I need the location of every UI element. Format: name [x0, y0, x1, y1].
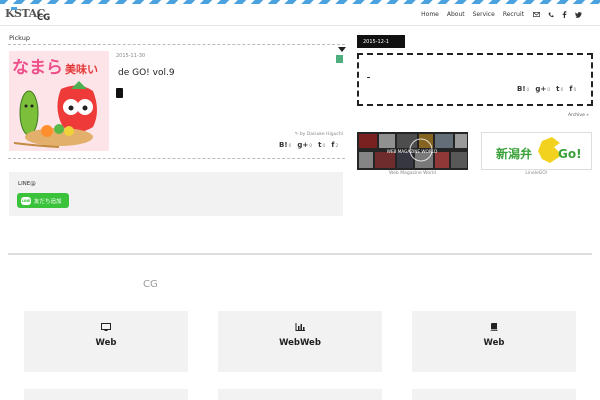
- hatena-icon: B!: [517, 85, 526, 93]
- services-heading: CG: [143, 279, 158, 290]
- post-author: ✎ by Daisuke Higuchi: [294, 132, 343, 137]
- sidebar-hatena-share[interactable]: B! 0: [517, 85, 529, 93]
- hatena-count: 0: [288, 144, 292, 149]
- line-button-label: 友だち追加: [34, 198, 62, 205]
- linele-go-image: 新潟弁 Go!: [482, 133, 591, 169]
- sidebar-gplus-share[interactable]: g+ 0: [535, 85, 550, 93]
- facebook-count: 0: [573, 88, 577, 93]
- banner-overlay-text: WEB MAGAZINE WORLD: [387, 149, 438, 154]
- box-placeholder-mark: [367, 77, 370, 78]
- archive-link[interactable]: Archive »: [568, 113, 589, 118]
- line-logo-icon: LINE: [21, 196, 31, 205]
- facebook-share[interactable]: f2: [331, 141, 338, 149]
- banner-go-text: Go!: [558, 147, 582, 161]
- facebook-share-icon: f: [331, 141, 335, 149]
- sidebar-twitter-share[interactable]: t0: [556, 85, 563, 93]
- site-title[interactable]: CG: [37, 13, 50, 23]
- service-label-webweb: WebWeb: [279, 338, 321, 348]
- mail-icon[interactable]: [531, 9, 542, 20]
- sidebar-facebook-share[interactable]: f0: [569, 85, 576, 93]
- main-nav: Home About Service Recruit: [417, 9, 584, 20]
- nav-home[interactable]: Home: [417, 11, 443, 18]
- section-divider: [8, 253, 592, 255]
- thumb-text-red: 美味い: [65, 62, 98, 76]
- post-date: 2015-11-30: [116, 53, 146, 59]
- twitter-share[interactable]: t0: [318, 141, 325, 149]
- gplus-icon: g+: [535, 85, 547, 93]
- sidebar-share-bar: B! 0 g+ 0 t0 f0: [517, 85, 576, 93]
- book-icon: [412, 323, 576, 331]
- twitter-count: 0: [322, 144, 326, 149]
- gplus-share[interactable]: g+ 0: [297, 141, 312, 149]
- pickup-share-bar: B! 0 g+ 0 t0 f2: [279, 141, 338, 149]
- service-card-webweb[interactable]: WebWeb: [218, 311, 382, 372]
- service-card-web[interactable]: Web: [24, 311, 188, 372]
- category-marker: [116, 88, 123, 98]
- twitter-count: 0: [560, 88, 564, 93]
- twitter-share-icon: t: [318, 141, 322, 149]
- hatena-share[interactable]: B! 0: [279, 141, 291, 149]
- banner-web-magazine[interactable]: WEB MAGAZINE WORLD: [357, 132, 468, 170]
- hatena-count: 0: [526, 88, 530, 93]
- gplus-count: 0: [309, 144, 313, 149]
- web-magazine-image: WEB MAGAZINE WORLD: [357, 132, 468, 170]
- site-logo[interactable]: KSTAC: [5, 7, 45, 22]
- sidebar-featured-box[interactable]: B! 0 g+ 0 t0 f0: [357, 53, 593, 106]
- nav-recruit[interactable]: Recruit: [499, 11, 528, 18]
- dropdown-arrow-icon: [338, 47, 346, 52]
- line-add-friend-button[interactable]: LINE 友だち追加: [17, 193, 69, 208]
- service-card-row2-2[interactable]: [218, 389, 382, 400]
- chart-icon: [218, 323, 382, 331]
- service-label-web-2: Web: [483, 338, 505, 348]
- facebook-icon[interactable]: [559, 9, 570, 20]
- service-card-web-2[interactable]: Web: [412, 311, 576, 372]
- post-title[interactable]: de GO! vol.9: [118, 68, 175, 78]
- line-label: LINE@: [18, 181, 36, 187]
- sidebar-date-tab[interactable]: 2015-12-1: [357, 35, 405, 48]
- thumb-text-pink: なまら: [12, 58, 63, 78]
- facebook-count: 2: [335, 144, 339, 149]
- line-widget: LINE@ LINE 友だち追加: [9, 172, 343, 216]
- monitor-icon: [24, 323, 188, 331]
- banner-niigata-text: 新潟弁: [496, 146, 532, 161]
- site-header: KSTAC CG Home About Service Recruit: [0, 4, 600, 26]
- gplus-count: 0: [547, 88, 551, 93]
- pickup-divider-top: [8, 44, 345, 45]
- twitter-share-icon: t: [556, 85, 560, 93]
- nav-about[interactable]: About: [443, 11, 469, 18]
- nama-illustration: なまら 美味い: [9, 51, 109, 151]
- author-name: by Daisuke Higuchi: [299, 132, 343, 137]
- phone-icon[interactable]: [545, 9, 556, 20]
- banner-caption-web-magazine: Web Magazine World: [388, 171, 437, 176]
- hatena-icon: B!: [279, 141, 288, 149]
- facebook-share-icon: f: [569, 85, 573, 93]
- service-label-web: Web: [95, 338, 117, 348]
- bookmark-tag[interactable]: [336, 55, 343, 63]
- service-card-row2-3[interactable]: [412, 389, 576, 400]
- twitter-icon[interactable]: [573, 9, 584, 20]
- banner-caption-linele-go: LineleGO!: [525, 171, 548, 176]
- nav-service[interactable]: Service: [469, 11, 499, 18]
- banner-linele-go[interactable]: 新潟弁 Go!: [481, 132, 592, 170]
- pickup-divider-bottom: [8, 158, 345, 159]
- pickup-label: Pickup: [9, 34, 30, 42]
- gplus-icon: g+: [297, 141, 309, 149]
- service-card-row2-1[interactable]: [24, 389, 188, 400]
- logo-accent: [11, 7, 17, 10]
- pickup-thumbnail[interactable]: なまら 美味い: [9, 51, 109, 151]
